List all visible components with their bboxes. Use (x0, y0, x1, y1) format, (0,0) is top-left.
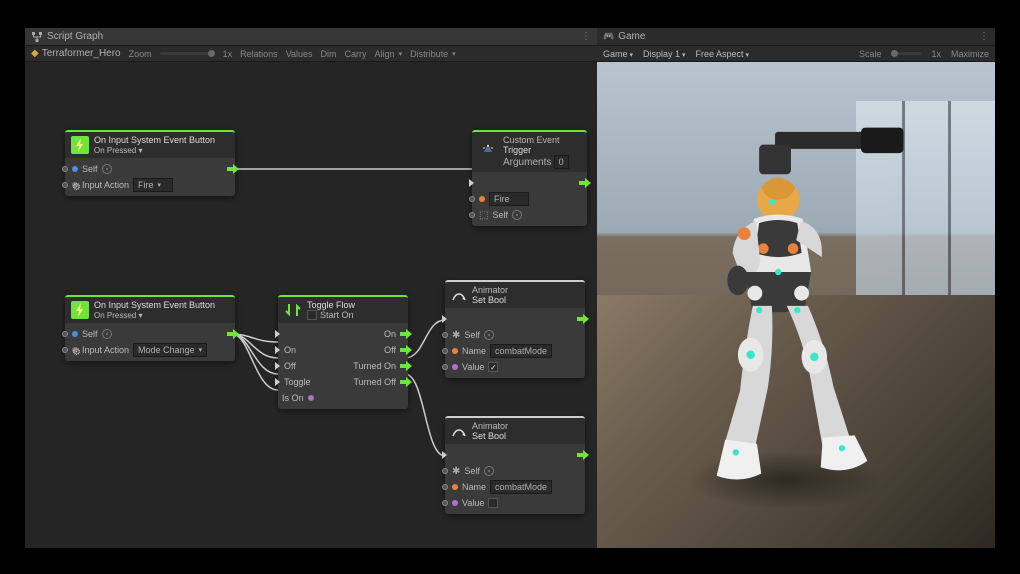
zoom-slider[interactable] (160, 52, 215, 55)
toggle-icon (284, 301, 302, 319)
bool-name-field[interactable]: combatMode (490, 480, 552, 494)
flow-out-turned-on[interactable] (400, 361, 412, 371)
lightning-icon (71, 136, 89, 154)
event-mode-dropdown[interactable]: On Pressed (94, 146, 215, 155)
character-hero (653, 120, 908, 509)
graph-canvas[interactable]: On Input System Event ButtonOn Pressed S… (25, 62, 597, 548)
script-graph-tab[interactable]: Script Graph ⋮ (25, 28, 597, 46)
target-icon[interactable] (484, 330, 494, 340)
game-viewport (597, 62, 995, 548)
tab-menu-icon[interactable]: ⋮ (581, 31, 591, 42)
game-toolbar: Game Display 1 Free Aspect Scale 1x Maxi… (597, 46, 995, 62)
node-input-event-mode[interactable]: On Input System Event ButtonOn Pressed S… (65, 295, 235, 361)
tb-distribute[interactable]: Distribute (410, 49, 456, 59)
aspect-dropdown[interactable]: Free Aspect (695, 49, 749, 59)
display-dropdown[interactable]: Display 1 (643, 49, 685, 59)
flow-in-port[interactable] (469, 179, 474, 187)
event-mode-dropdown[interactable]: On Pressed (94, 311, 215, 320)
graph-icon (31, 31, 43, 43)
bool-name-field[interactable]: combatMode (490, 344, 552, 358)
flow-out-off[interactable] (400, 345, 412, 355)
zoom-value: 1x (223, 49, 233, 59)
animator-icon (451, 288, 467, 302)
value-checkbox[interactable]: ✓ (488, 362, 498, 372)
graph-toolbar: ◆ Terraformer_Hero Zoom 1x Relations Val… (25, 46, 597, 62)
cube-icon: ⬚ (479, 210, 488, 221)
wizard-icon (478, 142, 498, 162)
zoom-label: Zoom (129, 49, 152, 59)
lightning-icon (71, 301, 89, 319)
animator-port-icon: ✱ (452, 330, 460, 341)
node-input-event-fire[interactable]: On Input System Event ButtonOn Pressed S… (65, 130, 235, 196)
tb-dim[interactable]: Dim (321, 49, 337, 59)
flow-in-port[interactable] (442, 315, 447, 323)
breadcrumb-icon: ◆ (31, 48, 39, 59)
tb-carry[interactable]: Carry (345, 49, 367, 59)
start-on-checkbox[interactable] (307, 310, 317, 320)
breadcrumb[interactable]: ◆ Terraformer_Hero (31, 48, 121, 59)
target-icon[interactable] (102, 329, 112, 339)
game-icon: 🎮 (603, 31, 614, 42)
target-icon[interactable] (512, 210, 522, 220)
flow-out-port[interactable] (577, 450, 589, 460)
arguments-field[interactable]: 0 (554, 155, 569, 169)
target-icon[interactable] (484, 466, 494, 476)
tab-menu-icon[interactable]: ⋮ (979, 31, 989, 42)
tb-relations[interactable]: Relations (240, 49, 278, 59)
node-set-bool-off[interactable]: AnimatorSet Bool ✱Self NamecombatMode Va… (445, 416, 585, 514)
gear-icon: ⚙ (72, 182, 78, 188)
scale-slider[interactable] (891, 52, 921, 55)
flow-out-turned-off[interactable] (400, 377, 412, 387)
flow-in-port[interactable] (442, 451, 447, 459)
flow-out-port[interactable] (227, 164, 239, 174)
input-action-dropdown[interactable]: Fire (133, 178, 173, 192)
is-on-port[interactable] (308, 395, 314, 401)
display-target-dropdown[interactable]: Game (603, 49, 633, 59)
flow-out-port[interactable] (227, 329, 239, 339)
node-toggle-flow[interactable]: Toggle Flow Start On On OnOff OffTurned … (278, 295, 408, 409)
event-name-field[interactable]: Fire (489, 192, 529, 206)
node-set-bool-on[interactable]: AnimatorSet Bool ✱Self NamecombatMode Va… (445, 280, 585, 378)
input-action-dropdown[interactable]: Mode Change (133, 343, 207, 357)
tb-align[interactable]: Align (375, 49, 403, 59)
value-checkbox[interactable] (488, 498, 498, 508)
tb-values[interactable]: Values (286, 49, 313, 59)
tab-label: Script Graph (47, 31, 103, 42)
node-custom-event-trigger[interactable]: Custom EventTrigger Arguments 0 Fire ⬚Se… (472, 130, 587, 226)
maximize-button[interactable]: Maximize (951, 49, 989, 59)
flow-in-port[interactable] (275, 330, 280, 338)
game-tab[interactable]: 🎮 Game ⋮ (597, 28, 995, 46)
flow-out-port[interactable] (577, 314, 589, 324)
flow-out-on[interactable] (400, 329, 412, 339)
target-icon[interactable] (102, 164, 112, 174)
flow-out-port[interactable] (579, 178, 591, 188)
animator-icon (451, 424, 467, 438)
